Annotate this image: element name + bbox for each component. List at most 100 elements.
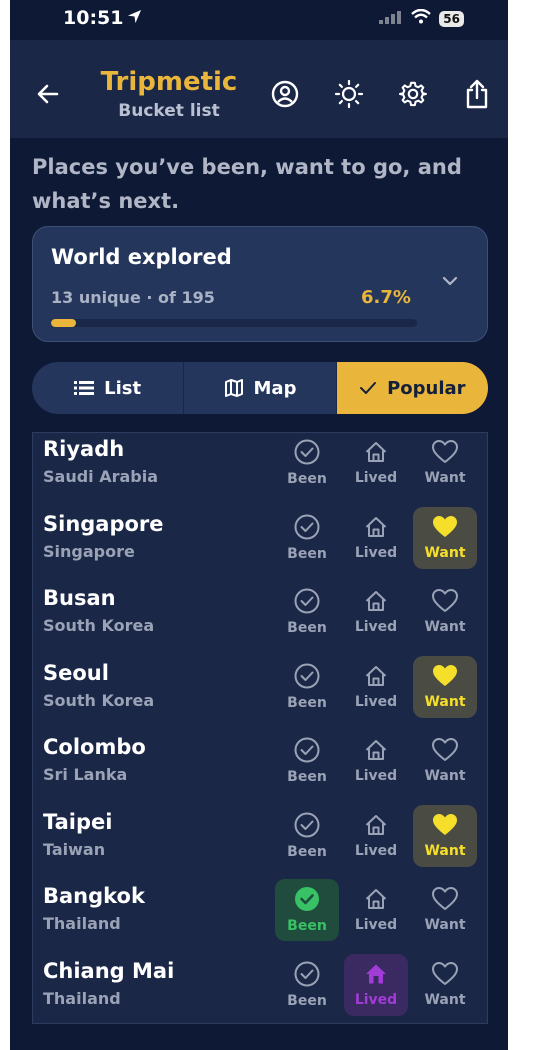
lived-toggle-button[interactable]: Lived [344, 656, 408, 718]
heart-icon [432, 589, 458, 613]
share-button[interactable] [461, 79, 493, 113]
home-icon [364, 887, 388, 911]
page-subtitle: Bucket list [118, 101, 220, 121]
been-label: Been [287, 694, 327, 711]
place-city: Singapore [43, 511, 164, 536]
been-toggle-button[interactable]: Been [275, 954, 339, 1016]
place-country: Thailand [43, 988, 121, 1008]
been-toggle-button[interactable]: Been [275, 433, 339, 494]
heart-icon [432, 961, 458, 986]
lived-toggle-button[interactable]: Lived [344, 953, 408, 1016]
explored-percent: 6.7% [361, 287, 411, 308]
phone-screen: 10:51 56 Tripmetic Bucket list Places yo… [10, 0, 508, 1050]
wifi-icon [411, 8, 432, 28]
been-toggle-button[interactable]: Been [275, 507, 339, 569]
want-label: Want [424, 917, 466, 933]
been-label: Been [287, 545, 327, 562]
app-header: Tripmetic Bucket list [10, 40, 508, 138]
arrow-left-icon [35, 81, 61, 111]
profile-button[interactable] [269, 80, 301, 112]
been-label: Been [287, 918, 327, 934]
home-icon [364, 813, 388, 837]
lived-toggle-button[interactable]: Lived [344, 433, 408, 494]
chevron-down-icon[interactable] [441, 273, 459, 292]
want-toggle-button[interactable]: Want [413, 879, 477, 941]
lived-label: Lived [354, 619, 398, 635]
check-circle-icon [294, 737, 320, 763]
tab-list[interactable]: List [32, 362, 185, 414]
explored-title: World explored [51, 245, 232, 269]
lived-label: Lived [354, 470, 398, 486]
place-row: Seoul South Korea Been Lived Want [33, 655, 487, 733]
map-icon [224, 378, 244, 398]
been-toggle-button[interactable]: Been [275, 879, 339, 941]
heart-icon [432, 738, 458, 762]
status-time-group: 10:51 [63, 7, 142, 29]
check-circle-icon [294, 439, 320, 465]
heart-icon [432, 440, 458, 464]
want-label: Want [424, 768, 466, 784]
lived-label: Lived [354, 991, 398, 1008]
status-indicators: 56 [379, 8, 464, 28]
heart-icon [432, 515, 458, 539]
place-country: Sri Lanka [43, 765, 128, 784]
place-city: Taipei [43, 809, 113, 834]
lived-toggle-button[interactable]: Lived [344, 581, 408, 643]
want-toggle-button[interactable]: Want [413, 804, 477, 867]
world-explored-card[interactable]: World explored 13 unique · of 195 6.7% [32, 226, 488, 342]
been-label: Been [287, 471, 327, 487]
been-label: Been [287, 620, 327, 636]
want-toggle-button[interactable]: Want [413, 506, 477, 569]
want-toggle-button[interactable]: Want [413, 581, 477, 643]
user-circle-icon [271, 80, 299, 112]
lived-toggle-button[interactable]: Lived [344, 805, 408, 867]
place-country: Taiwan [43, 839, 106, 859]
tab-label: List [104, 377, 142, 399]
place-row: Singapore Singapore Been Lived Want [33, 506, 487, 584]
want-toggle-button[interactable]: Want [413, 433, 477, 494]
settings-button[interactable] [397, 80, 429, 112]
place-country: South Korea [43, 616, 155, 635]
lived-label: Lived [354, 842, 398, 859]
been-label: Been [287, 769, 327, 785]
back-button[interactable] [32, 80, 64, 112]
status-time: 10:51 [63, 7, 124, 29]
share-icon [464, 79, 490, 113]
app-title: Tripmetic [100, 67, 238, 97]
place-country: Singapore [43, 541, 135, 561]
want-toggle-button[interactable]: Want [413, 730, 477, 792]
home-icon [364, 962, 388, 986]
check-circle-icon [294, 812, 320, 838]
tab-popular[interactable]: Popular [336, 362, 488, 414]
list-icon [74, 380, 95, 396]
brand-block: Tripmetic Bucket list [92, 66, 246, 122]
tab-label: Popular [387, 377, 466, 399]
want-label: Want [424, 991, 466, 1008]
place-country: Saudi Arabia [43, 467, 159, 486]
been-toggle-button[interactable]: Been [275, 730, 339, 792]
place-city: Bangkok [43, 884, 145, 908]
been-label: Been [287, 843, 327, 860]
lived-toggle-button[interactable]: Lived [344, 730, 408, 792]
been-toggle-button[interactable]: Been [275, 656, 339, 718]
want-toggle-button[interactable]: Want [413, 655, 477, 718]
status-bar: 10:51 56 [10, 0, 508, 40]
theme-toggle-button[interactable] [333, 79, 365, 112]
want-toggle-button[interactable]: Want [413, 954, 477, 1016]
place-city: Riyadh [43, 437, 125, 461]
check-circle-icon [294, 663, 320, 689]
been-toggle-button[interactable]: Been [275, 805, 339, 867]
tab-map[interactable]: Map [184, 362, 337, 414]
want-label: Want [424, 544, 466, 561]
check-circle-icon [294, 886, 320, 912]
view-tabs: List Map Popular [32, 362, 488, 414]
heart-icon [432, 664, 458, 688]
been-toggle-button[interactable]: Been [275, 581, 339, 643]
place-country: Thailand [43, 914, 121, 933]
heart-icon [432, 887, 458, 911]
location-arrow-icon [127, 7, 142, 29]
lived-toggle-button[interactable]: Lived [344, 879, 408, 941]
lived-toggle-button[interactable]: Lived [344, 507, 408, 569]
want-label: Want [424, 842, 466, 859]
place-row: Taipei Taiwan Been Lived Want [33, 804, 487, 882]
